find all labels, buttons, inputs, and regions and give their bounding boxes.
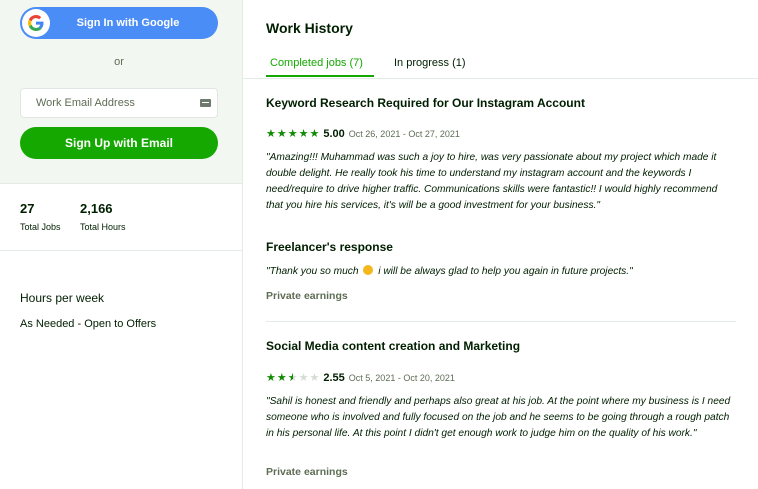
- or-separator: or: [114, 56, 124, 68]
- total-jobs-stat: 27 Total Jobs: [20, 201, 61, 232]
- google-button-label: Sign In with Google: [76, 17, 180, 29]
- email-placeholder: Work Email Address: [36, 97, 135, 109]
- auth-panel: Sign In with Google or Work Email Addres…: [0, 0, 242, 184]
- client-review: "Amazing!!! Muhammad was such a joy to h…: [266, 152, 718, 211]
- job-divider: [266, 321, 736, 322]
- total-hours-label: Total Hours: [80, 222, 126, 232]
- google-logo-icon: [22, 9, 50, 37]
- freelancer-response-text: "Thank you so much i will be always glad…: [266, 265, 633, 277]
- star-icon: ★: [287, 127, 298, 140]
- job-dates: Oct 5, 2021 - Oct 20, 2021: [348, 373, 455, 383]
- freelancer-response-title: Freelancer's response: [266, 240, 393, 254]
- star-icon: ★: [298, 371, 309, 384]
- hours-per-week-value: As Needed - Open to Offers: [20, 318, 157, 330]
- total-jobs-label: Total Jobs: [20, 222, 61, 232]
- star-icon: ★: [309, 371, 320, 384]
- keyboard-icon: [200, 99, 211, 107]
- total-hours-stat: 2,166 Total Hours: [80, 201, 126, 232]
- work-email-field[interactable]: Work Email Address: [20, 88, 218, 118]
- active-tab-indicator: [266, 75, 374, 77]
- star-icon: ★: [266, 371, 276, 384]
- star-icon: ★: [298, 127, 309, 140]
- profile-stats: 27 Total Jobs 2,166 Total Hours: [0, 185, 242, 251]
- job-earnings: Private earnings: [266, 466, 348, 478]
- response-text-end: i will be always glad to help you again …: [378, 266, 633, 277]
- hours-per-week-title: Hours per week: [20, 291, 105, 305]
- client-review: "Sahil is honest and friendly and perhap…: [266, 396, 731, 439]
- work-history-title: Work History: [266, 20, 353, 36]
- star-icon: ★: [287, 371, 298, 384]
- smiling-face-emoji-icon: [363, 265, 374, 275]
- star-icon: ★: [276, 371, 287, 384]
- job-rating-row: ★ ★ ★ ★ ★ 2.55 Oct 5, 2021 - Oct 20, 2021: [266, 372, 455, 384]
- job-dates: Oct 26, 2021 - Oct 27, 2021: [348, 129, 460, 139]
- star-rating: ★ ★ ★ ★ ★: [266, 371, 320, 384]
- star-icon: ★: [266, 127, 276, 140]
- star-icon: ★: [276, 127, 287, 140]
- response-text-start: "Thank you so much: [266, 266, 359, 277]
- sign-in-with-google-button[interactable]: Sign In with Google: [20, 7, 218, 39]
- tab-in-progress[interactable]: In progress (1): [394, 57, 466, 69]
- profile-sidebar: Sign In with Google or Work Email Addres…: [0, 0, 242, 489]
- job-earnings: Private earnings: [266, 290, 348, 302]
- job-title[interactable]: Keyword Research Required for Our Instag…: [266, 96, 585, 110]
- rating-score: 5.00: [323, 128, 345, 140]
- tab-completed-jobs[interactable]: Completed jobs (7): [270, 57, 363, 69]
- total-jobs-value: 27: [20, 201, 35, 216]
- sign-up-with-email-button[interactable]: Sign Up with Email: [20, 127, 218, 159]
- star-rating: ★ ★ ★ ★ ★: [266, 127, 320, 140]
- star-icon: ★: [309, 127, 320, 140]
- job-rating-row: ★ ★ ★ ★ ★ 5.00 Oct 26, 2021 - Oct 27, 2021: [266, 128, 460, 140]
- rating-score: 2.55: [323, 372, 345, 384]
- total-hours-value: 2,166: [80, 201, 113, 216]
- work-history-section: Work History Completed jobs (7) In progr…: [243, 0, 758, 489]
- tabs-divider: [243, 78, 758, 79]
- job-title[interactable]: Social Media content creation and Market…: [266, 339, 520, 353]
